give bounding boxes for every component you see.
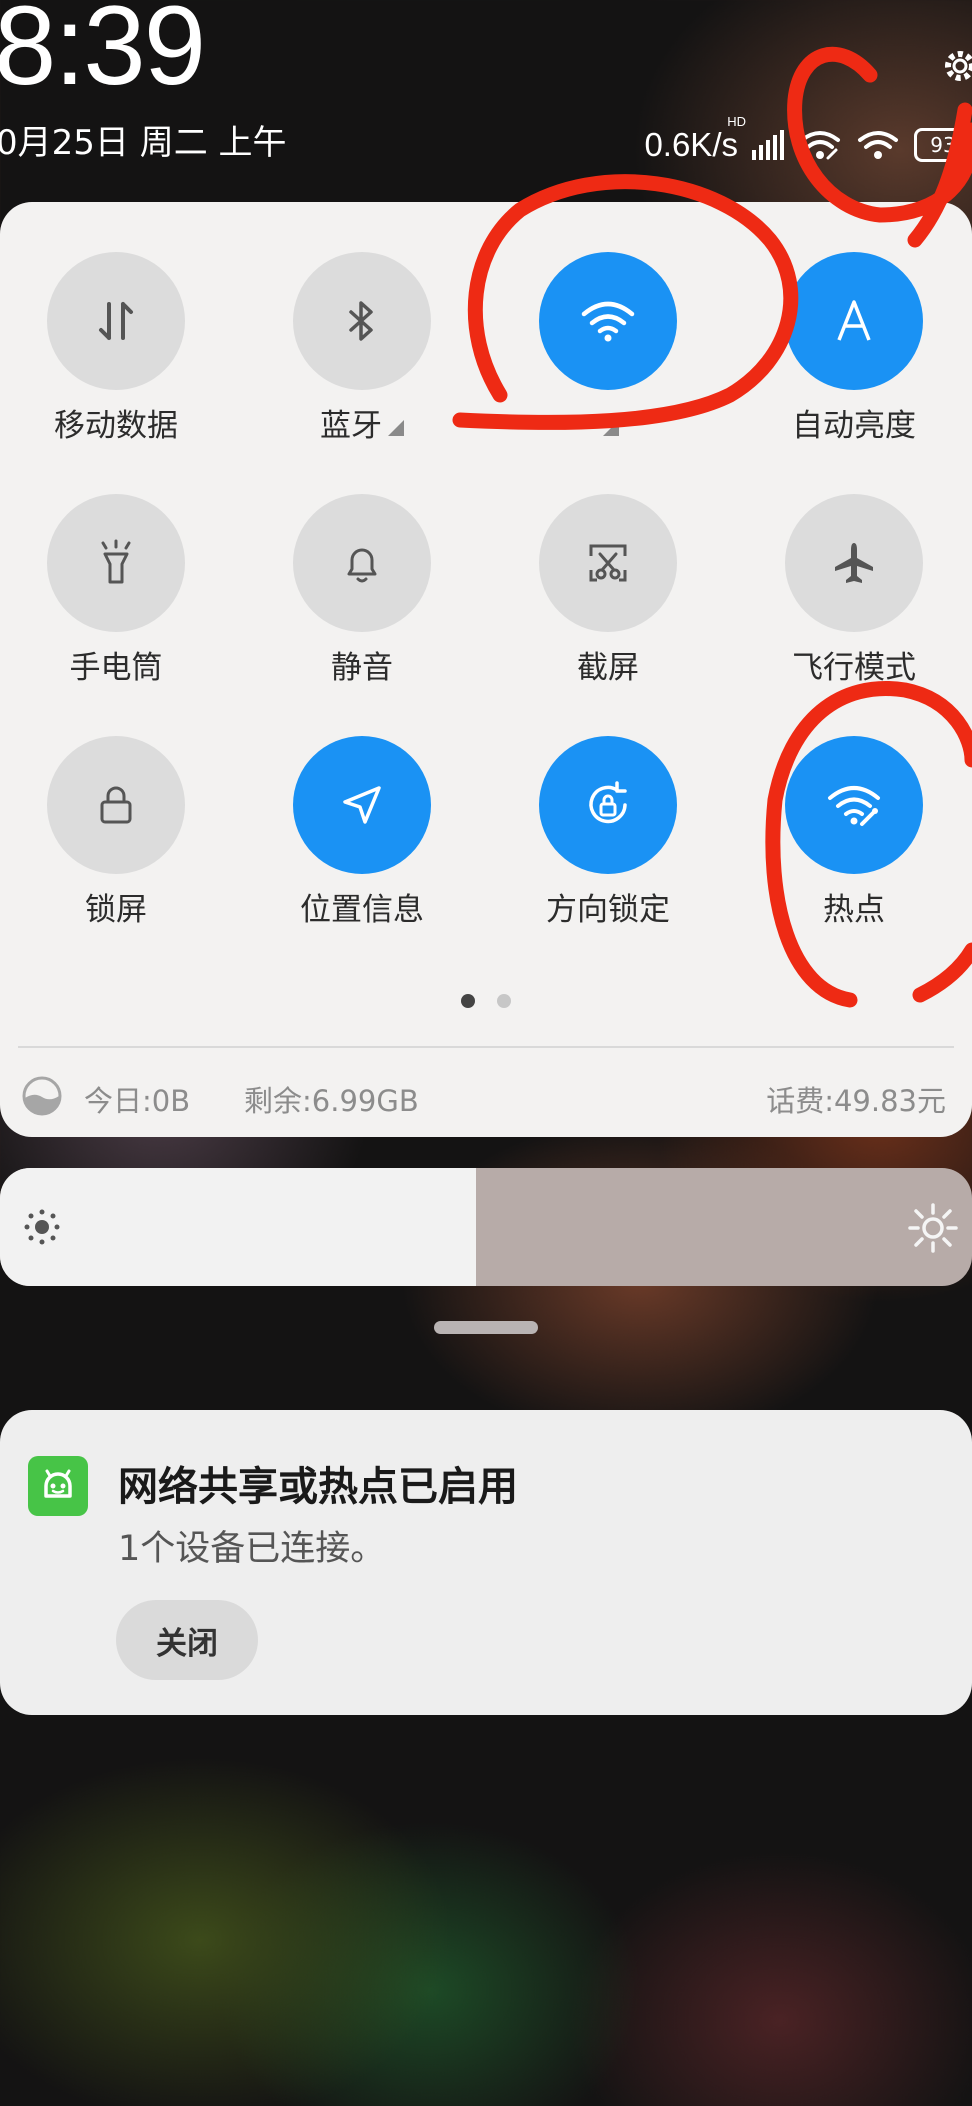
- divider: [18, 1046, 954, 1048]
- tile-hotspot[interactable]: 热点: [731, 736, 972, 930]
- network-speed-value: 0.6K/s: [644, 126, 738, 163]
- tile-label: 自动亮度: [792, 408, 916, 444]
- hotspot-icon: [785, 736, 923, 874]
- tile-label: 方向锁定: [546, 892, 670, 928]
- tile-label: 截屏: [577, 650, 639, 686]
- tile-mobile-data[interactable]: 移动数据: [0, 252, 239, 446]
- tile-bluetooth[interactable]: 蓝牙: [239, 252, 485, 446]
- auto-brightness-icon: [785, 252, 923, 390]
- signal-icon: [752, 130, 784, 160]
- drawer-handle[interactable]: [434, 1321, 538, 1334]
- mobile-data-icon: [47, 252, 185, 390]
- bell-icon: [293, 494, 431, 632]
- usage-fee: 话费:49.83元: [766, 1084, 946, 1118]
- tile-mute[interactable]: 静音: [239, 494, 485, 688]
- tile-label: 飞行模式: [792, 650, 916, 686]
- tile-auto-brightness[interactable]: 自动亮度: [731, 252, 972, 446]
- status-date: 0月25日 周二 上午: [0, 123, 287, 163]
- notification-body: 1个设备已连接。: [118, 1529, 386, 1569]
- wifi-icon: [539, 252, 677, 390]
- hotspot-notification[interactable]: 网络共享或热点已启用 1个设备已连接。 关闭: [0, 1410, 972, 1715]
- screenshot-icon: [539, 494, 677, 632]
- airplane-icon: [785, 494, 923, 632]
- usage-remaining: 剩余:6.99GB: [244, 1084, 419, 1118]
- battery-icon: 93: [914, 128, 972, 162]
- close-button[interactable]: 关闭: [116, 1600, 258, 1680]
- tile-flashlight[interactable]: 手电筒: [0, 494, 239, 688]
- tile-label: 静音: [331, 650, 393, 686]
- tile-wifi[interactable]: [485, 252, 731, 446]
- battery-level: 93: [930, 133, 956, 157]
- tile-label: 蓝牙: [320, 408, 382, 444]
- tile-label: 锁屏: [85, 892, 147, 928]
- brightness-slider[interactable]: [0, 1168, 972, 1286]
- bluetooth-icon: [293, 252, 431, 390]
- hd-badge: HD: [727, 114, 746, 129]
- tile-label: 手电筒: [69, 650, 163, 686]
- status-clock: 8:39: [0, 0, 206, 108]
- tile-label: 位置信息: [300, 892, 424, 928]
- expand-arrow-icon[interactable]: [603, 419, 619, 436]
- brightness-low-icon: [24, 1209, 60, 1245]
- quick-settings-panel: 移动数据 蓝牙 自动亮度 手电筒 静音 截屏 飞行模式 锁屏 位置信息 方向锁定…: [0, 202, 972, 1137]
- tile-label: 热点: [823, 892, 885, 928]
- wifi-hotspot-icon: [800, 131, 840, 160]
- tile-lock-screen[interactable]: 锁屏: [0, 736, 239, 930]
- flashlight-icon: [47, 494, 185, 632]
- wifi-icon: [858, 131, 898, 159]
- tile-location[interactable]: 位置信息: [239, 736, 485, 930]
- expand-arrow-icon[interactable]: [388, 419, 404, 436]
- data-usage-icon: [22, 1076, 62, 1116]
- page-dot-active[interactable]: [461, 994, 475, 1008]
- data-usage-row[interactable]: 今日:0B 剩余:6.99GB 话费:49.83元: [0, 1072, 972, 1122]
- status-icons: 0.6K/s HD 93: [644, 114, 972, 164]
- page-dot[interactable]: [497, 994, 511, 1008]
- tile-label: 移动数据: [54, 408, 178, 444]
- gear-icon[interactable]: [940, 46, 972, 86]
- usage-today: 今日:0B: [84, 1084, 191, 1118]
- notification-title: 网络共享或热点已启用: [118, 1464, 518, 1510]
- lock-icon: [47, 736, 185, 874]
- tile-airplane-mode[interactable]: 飞行模式: [731, 494, 972, 688]
- location-icon: [293, 736, 431, 874]
- tile-screenshot[interactable]: 截屏: [485, 494, 731, 688]
- tile-rotation-lock[interactable]: 方向锁定: [485, 736, 731, 930]
- android-robot-icon: [28, 1456, 88, 1516]
- brightness-fill[interactable]: [0, 1168, 477, 1286]
- rotation-lock-icon: [539, 736, 677, 874]
- brightness-high-icon: [908, 1203, 958, 1253]
- page-indicator[interactable]: [0, 994, 972, 1008]
- network-speed: 0.6K/s HD: [644, 114, 746, 164]
